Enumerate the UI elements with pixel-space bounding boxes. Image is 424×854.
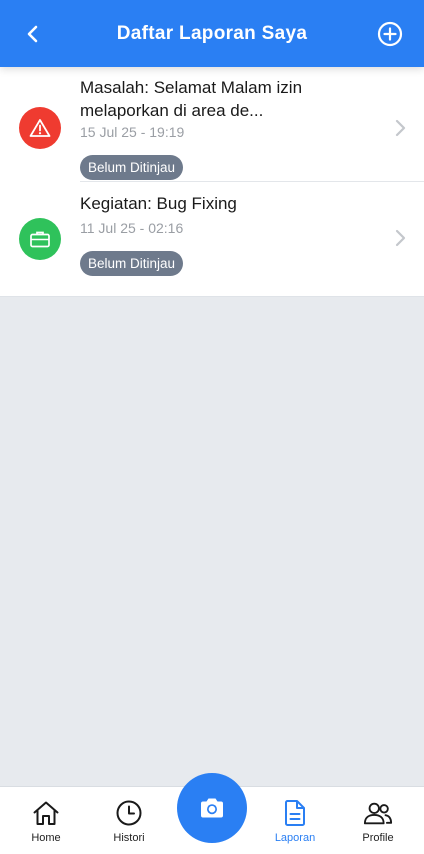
report-title: Masalah: Selamat Malam izin melaporkan d… xyxy=(80,78,303,120)
report-date: 11 Jul 25 - 02:16 xyxy=(80,220,184,236)
camera-icon xyxy=(201,798,223,818)
warning-icon xyxy=(29,119,51,137)
report-item[interactable]: Masalah: Selamat Malam izin melaporkan d… xyxy=(0,67,424,182)
status-badge: Belum Ditinjau xyxy=(80,155,184,180)
nav-home-label: Home xyxy=(31,832,61,844)
plus-circle-icon xyxy=(377,21,403,47)
nav-profile-label: Profile xyxy=(362,832,394,844)
report-date: 15 Jul 25 - 19:19 xyxy=(80,124,185,140)
nav-laporan-label: Laporan xyxy=(274,832,316,844)
document-icon xyxy=(285,800,305,826)
add-report-button[interactable] xyxy=(376,20,404,48)
warning-avatar xyxy=(19,107,61,149)
nav-histori-label: Histori xyxy=(113,832,145,844)
briefcase-icon xyxy=(30,231,50,248)
clock-icon xyxy=(116,800,142,826)
status-badge: Belum Ditinjau xyxy=(80,251,184,276)
home-icon xyxy=(33,801,59,825)
nav-laporan[interactable]: Laporan xyxy=(255,787,335,854)
nav-histori[interactable]: Histori xyxy=(89,787,169,854)
chevron-left-icon xyxy=(27,25,38,43)
chevron-right-icon xyxy=(395,119,406,137)
report-title: Kegiatan: Bug Fixing xyxy=(80,194,237,213)
users-icon xyxy=(363,802,393,825)
nav-profile[interactable]: Profile xyxy=(338,787,418,854)
chevron-right-icon xyxy=(395,229,406,247)
briefcase-avatar xyxy=(19,218,61,260)
back-button[interactable] xyxy=(18,19,48,49)
camera-button[interactable] xyxy=(177,773,247,843)
app-header: Daftar Laporan Saya xyxy=(0,0,424,67)
report-item[interactable]: Kegiatan: Bug Fixing 11 Jul 25 - 02:16 B… xyxy=(0,182,424,296)
page-title: Daftar Laporan Saya xyxy=(116,22,308,44)
nav-home[interactable]: Home xyxy=(6,787,86,854)
report-list: Masalah: Selamat Malam izin melaporkan d… xyxy=(0,67,424,297)
